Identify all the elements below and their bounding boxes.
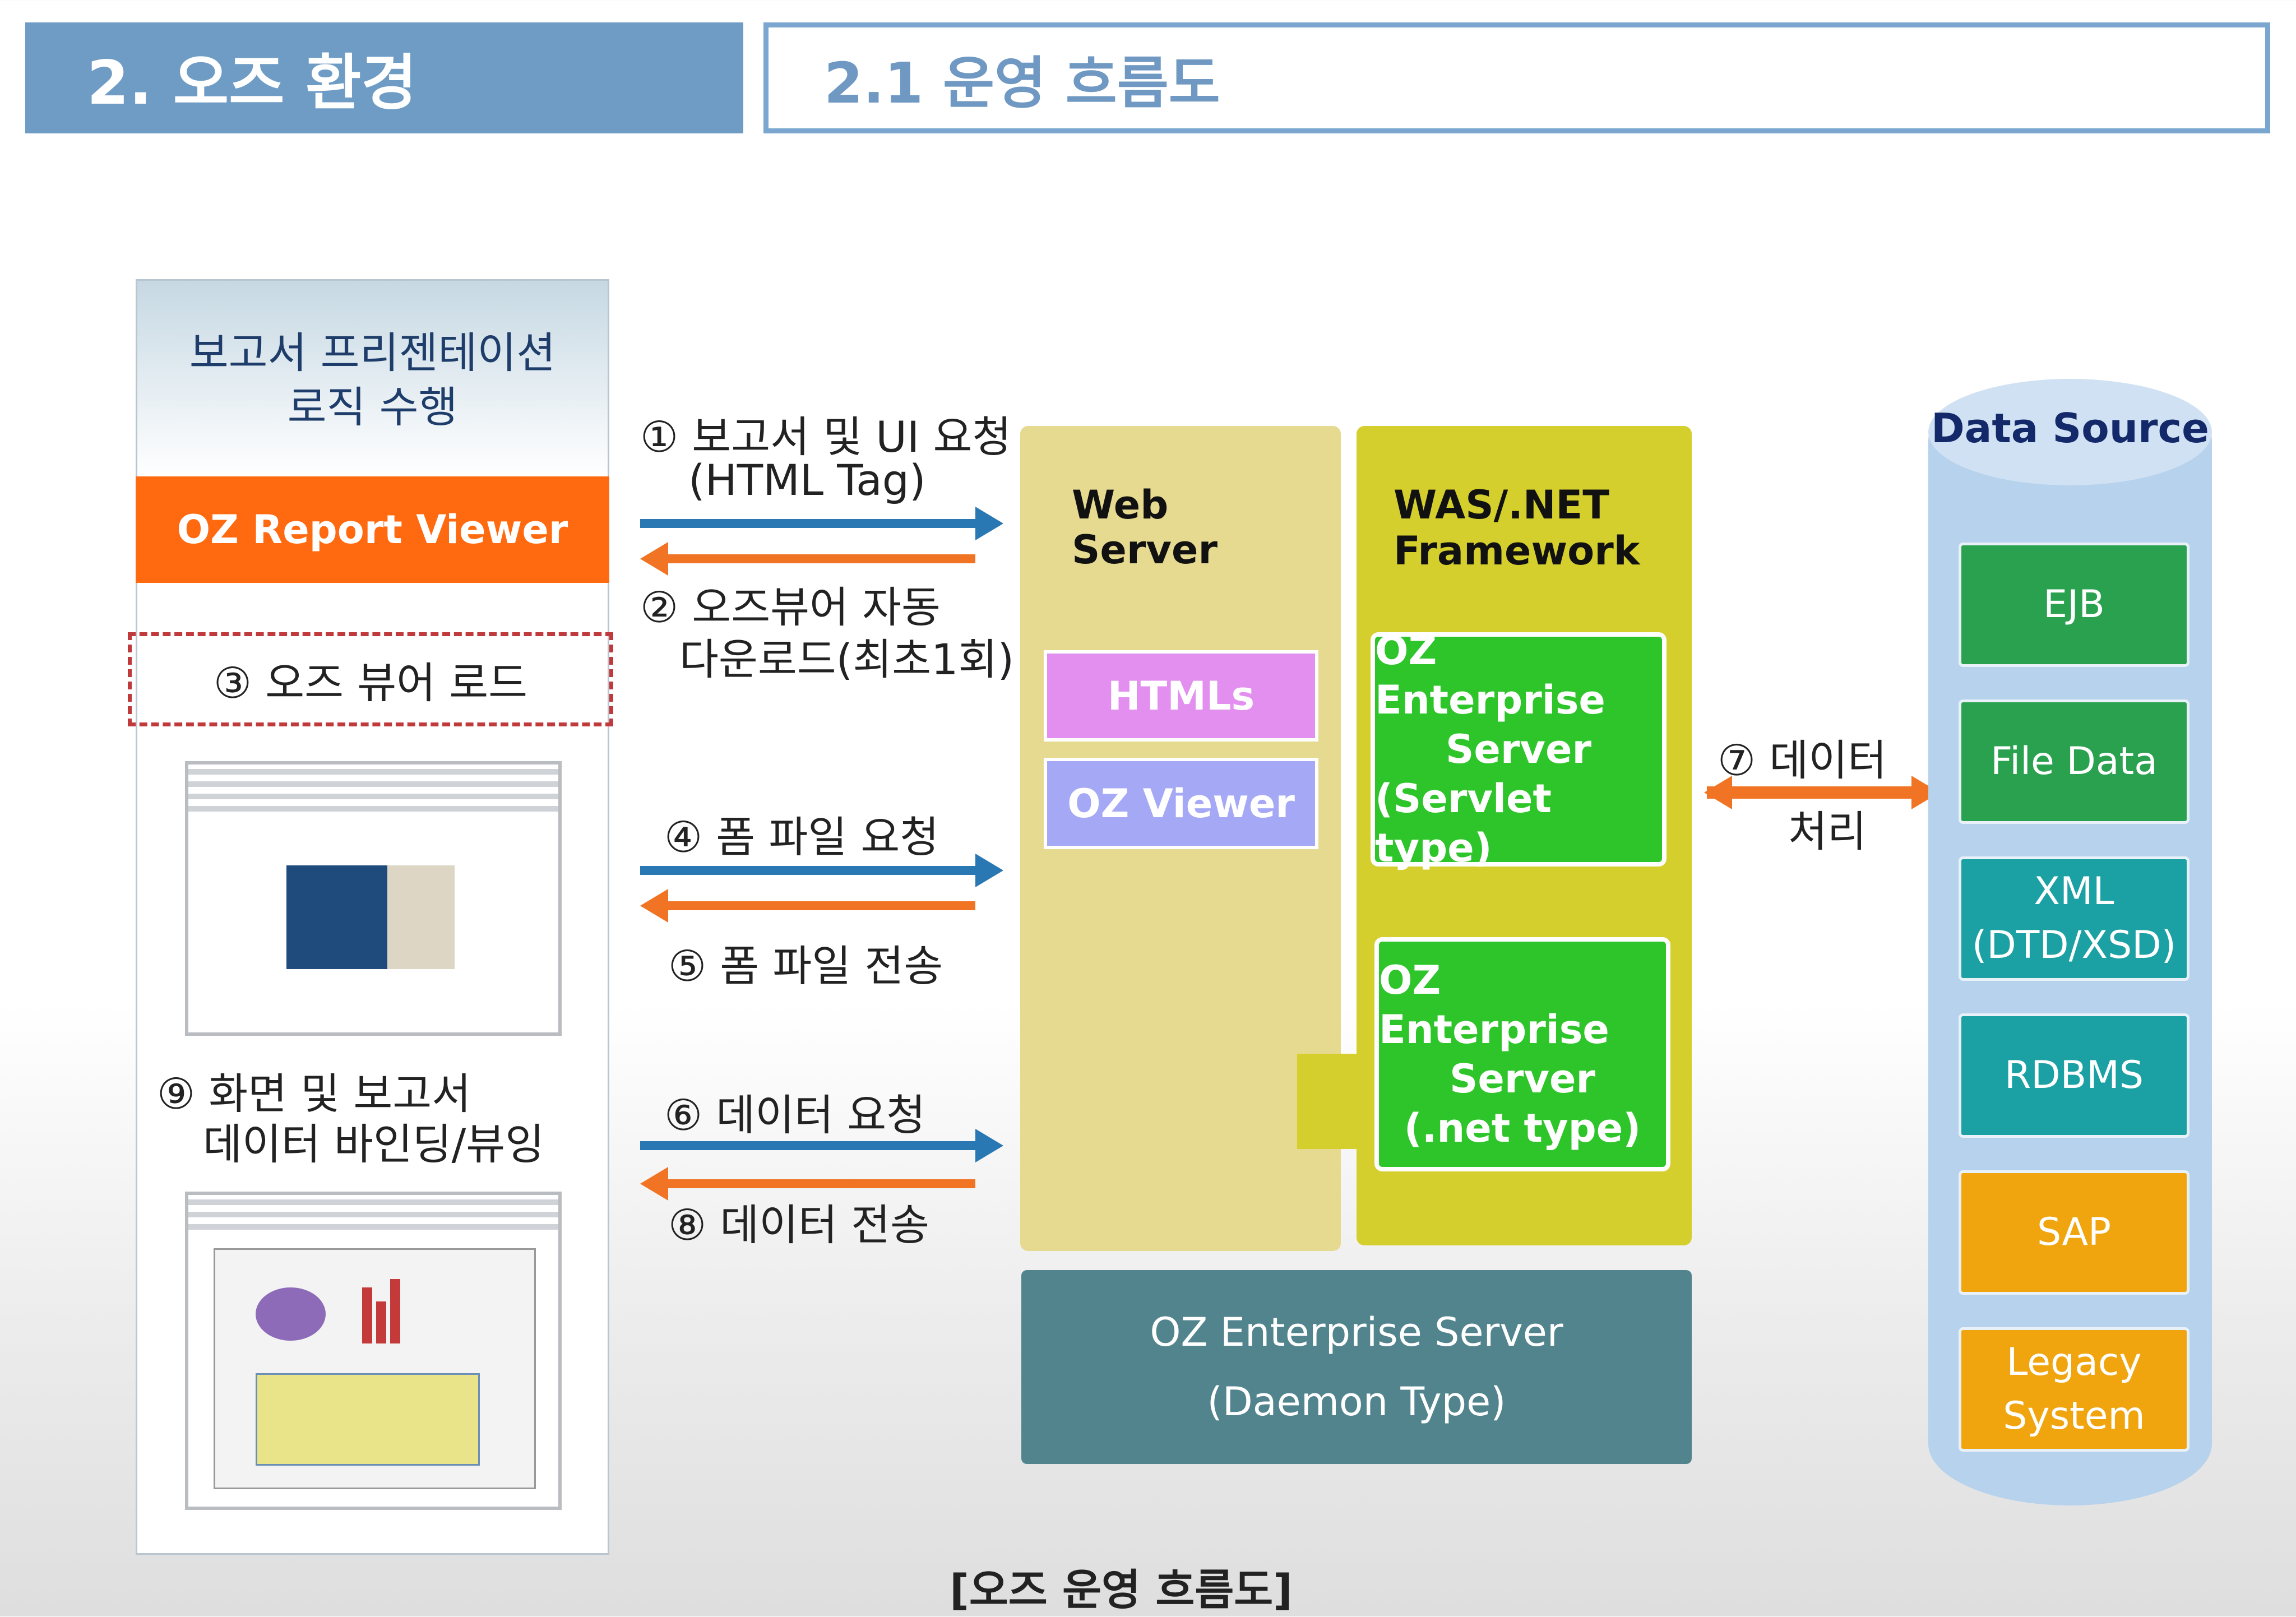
arrow-head-right-icon xyxy=(975,854,1003,887)
subsection-title: 2.1 운영 흐름도 xyxy=(824,50,1220,116)
web-server-title-line2: Server xyxy=(1072,527,1218,573)
logic-label-line1: 보고서 프리젠테이션 xyxy=(189,327,556,378)
arrow-head-right-icon xyxy=(975,1129,1003,1162)
data-request-arrow xyxy=(640,1141,976,1150)
data-source-title: Data Source xyxy=(1931,405,2210,452)
ds-item-line2: (DTD/XSD) xyxy=(1971,923,2177,967)
oz-daemon-server-box: OZ Enterprise Server (Daemon Type) xyxy=(1021,1270,1692,1464)
step4-label: ④ 폼 파일 요청 xyxy=(664,812,939,862)
servlet-server-line1: OZ Enterprise xyxy=(1375,628,1605,723)
step2-label-line2: 다운로드(최초1회) xyxy=(679,634,1015,684)
server-connector-edge xyxy=(1287,1054,1297,1149)
step7-label-line2: 처리 xyxy=(1788,807,1867,856)
form-request-arrow xyxy=(640,866,976,875)
ds-item-line1: Legacy xyxy=(2006,1340,2142,1384)
was-title-line1: WAS/.NET xyxy=(1394,482,1609,528)
htmls-box: HTMLs xyxy=(1044,650,1318,742)
viewer-load-step: ③ 오즈 뷰어 로드 xyxy=(128,632,613,726)
data-source-ejb: EJB xyxy=(1959,543,2189,667)
data-response-arrow xyxy=(667,1179,975,1188)
oz-servlet-server-box: OZ Enterprise Server (Servlet type) xyxy=(1371,628,1667,871)
step1-label-line2: (HTML Tag) xyxy=(688,455,926,505)
binding-step-line2: 데이터 바인딩/뷰잉 xyxy=(203,1119,545,1169)
arrow-head-left-icon xyxy=(640,542,668,576)
request-arrow xyxy=(640,519,976,528)
screenshot-toolbar xyxy=(188,1199,558,1205)
data-source-file-data: File Data xyxy=(1959,699,2189,824)
net-server-line1: OZ Enterprise xyxy=(1379,957,1609,1053)
login-form-image xyxy=(387,865,455,969)
arrow-head-left-icon xyxy=(1704,776,1732,809)
net-server-line2: Server xyxy=(1449,1056,1596,1102)
step6-label: ⑥ 데이터 요청 xyxy=(664,1090,926,1140)
data-source-rdbms: RDBMS xyxy=(1959,1013,2189,1138)
step7-label-line1: ⑦ 데이터 xyxy=(1718,735,1887,785)
bar-chart-image xyxy=(376,1301,386,1343)
logic-label-line2: 로직 수행 xyxy=(287,382,458,432)
data-source-xml: XML (DTD/XSD) xyxy=(1959,856,2189,981)
viewer-screenshot-2 xyxy=(185,1192,562,1510)
step5-label: ⑤ 폼 파일 전송 xyxy=(668,941,943,991)
ds-item-line1: SAP xyxy=(2037,1210,2111,1254)
screenshot-toolbar xyxy=(188,806,558,812)
ds-item-line1: XML xyxy=(2034,869,2114,914)
data-source-sap: SAP xyxy=(1959,1170,2189,1295)
step8-label: ⑧ 데이터 전송 xyxy=(668,1200,930,1250)
ds-item-line1: EJB xyxy=(2043,582,2105,627)
daemon-line2: (Daemon Type) xyxy=(1207,1379,1506,1425)
arrow-head-right-icon xyxy=(975,507,1003,540)
bar-chart-image xyxy=(390,1279,400,1343)
login-panel-image xyxy=(286,865,387,969)
form-response-arrow xyxy=(667,901,975,910)
pie-chart-image xyxy=(256,1287,326,1341)
ds-item-line1: RDBMS xyxy=(2004,1053,2144,1097)
servlet-server-line3: (Servlet type) xyxy=(1375,776,1552,871)
screenshot-toolbar xyxy=(188,1224,558,1230)
net-server-line3: (.net type) xyxy=(1404,1105,1641,1151)
daemon-line1: OZ Enterprise Server xyxy=(1150,1309,1563,1355)
section-title: 2. 오즈 환경 xyxy=(87,48,417,118)
screenshot-toolbar xyxy=(188,769,558,775)
oz-viewer-box: OZ Viewer xyxy=(1044,758,1318,849)
oz-report-viewer-bar: OZ Report Viewer xyxy=(136,476,609,583)
viewer-screenshot-1 xyxy=(185,761,562,1036)
web-server-title-line1: Web xyxy=(1072,482,1169,528)
oz-net-server-box: OZ Enterprise Server (.net type) xyxy=(1374,937,1670,1171)
arrow-head-left-icon xyxy=(640,1167,668,1201)
data-source-legacy-system: Legacy System xyxy=(1959,1327,2189,1452)
screenshot-toolbar xyxy=(188,1212,558,1217)
was-title-line2: Framework xyxy=(1394,528,1640,574)
arrow-head-left-icon xyxy=(640,889,668,923)
response-arrow xyxy=(667,554,975,563)
server-connector xyxy=(1288,1054,1361,1149)
screenshot-toolbar xyxy=(188,781,558,787)
screenshot-toolbar xyxy=(188,794,558,799)
bar-chart-image xyxy=(362,1287,372,1343)
report-table-image xyxy=(256,1373,480,1466)
diagram-caption: [오즈 운영 흐름도] xyxy=(950,1565,1293,1615)
ds-item-line2: System xyxy=(2003,1394,2145,1438)
ds-item-line1: File Data xyxy=(1991,739,2158,784)
servlet-server-line2: Server xyxy=(1445,726,1592,772)
